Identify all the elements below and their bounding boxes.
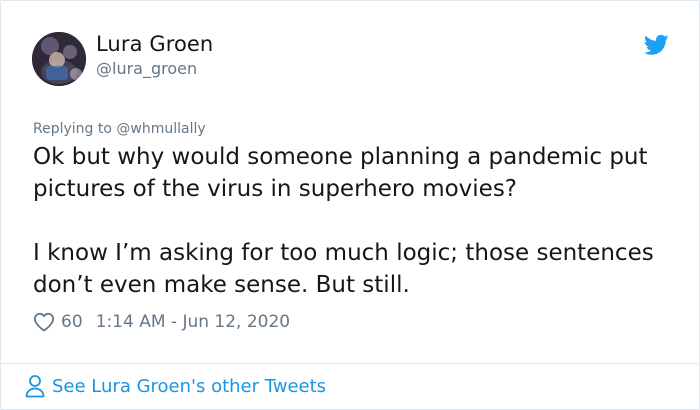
tweet-header: Lura Groen @lura_groen: [1, 1, 699, 101]
person-outline-icon: [25, 375, 45, 398]
see-other-tweets-label[interactable]: See Lura Groen's other Tweets: [52, 376, 326, 397]
see-other-tweets-link[interactable]: See Lura Groen's other Tweets: [25, 374, 326, 398]
replying-prefix: Replying to: [33, 121, 117, 137]
tweet-meta: 60 1:14 AM - Jun 12, 2020: [33, 312, 290, 332]
twitter-bird-icon[interactable]: [644, 34, 669, 56]
author-name[interactable]: Lura Groen: [96, 32, 213, 56]
tweet-paragraph-1: Ok but why would someone planning a pand…: [33, 144, 648, 202]
tweet-card: Lura Groen @lura_groen Replying to @whmu…: [0, 0, 700, 410]
heart-outline-icon[interactable]: [33, 312, 55, 332]
avatar[interactable]: [32, 32, 86, 86]
replying-to: Replying to @whmullally: [33, 121, 206, 137]
tweet-paragraph-2: I know I’m asking for too much logic; th…: [33, 240, 654, 298]
author-handle[interactable]: @lura_groen: [96, 59, 197, 78]
footer-divider: [1, 363, 699, 364]
replying-mention-link[interactable]: @whmullally: [116, 121, 205, 137]
tweet-text: Ok but why would someone planning a pand…: [33, 141, 673, 301]
like-count[interactable]: 60: [61, 312, 83, 332]
tweet-timestamp[interactable]: 1:14 AM - Jun 12, 2020: [96, 312, 291, 332]
avatar-image: [32, 32, 86, 86]
